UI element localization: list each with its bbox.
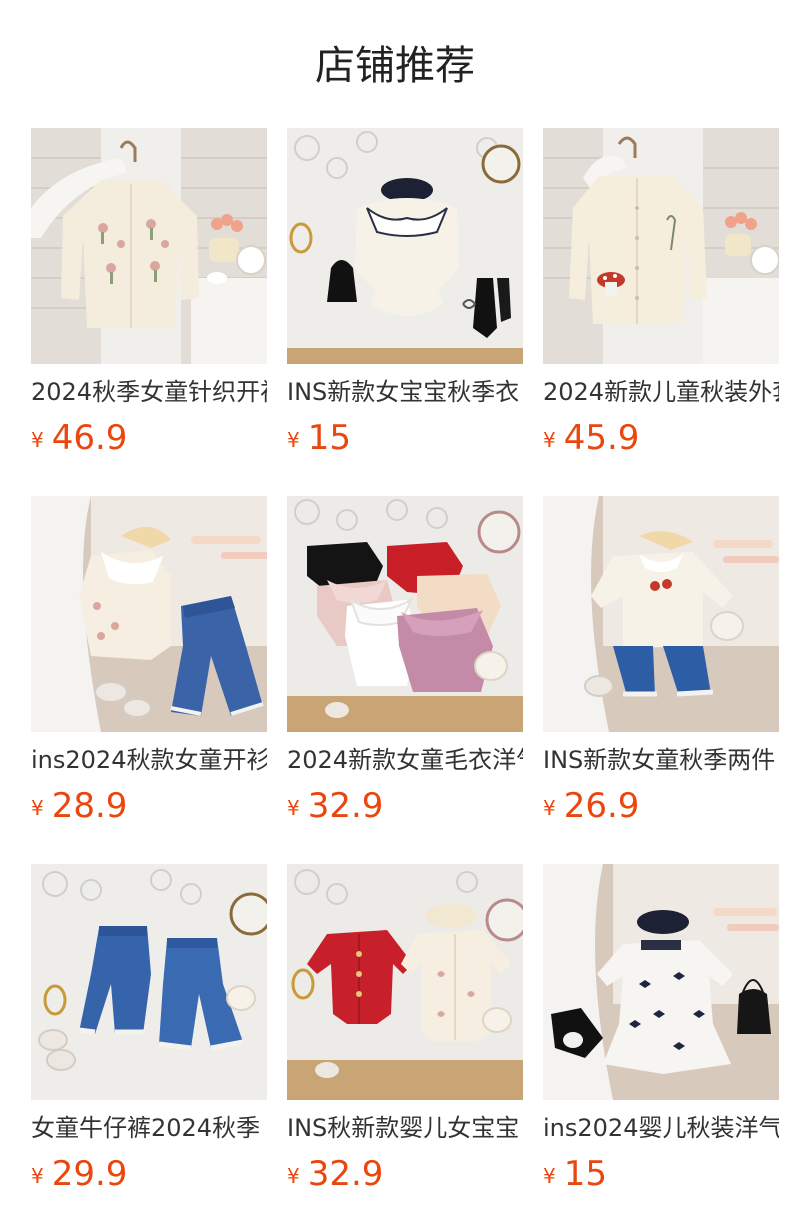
- currency-symbol: ¥: [287, 1164, 300, 1188]
- product-name[interactable]: INS秋新款婴儿女宝宝: [287, 1112, 523, 1144]
- product-price: ¥32.9: [287, 786, 383, 832]
- price-amount: 29.9: [51, 1154, 128, 1194]
- product-image[interactable]: [543, 864, 779, 1100]
- product-name[interactable]: ins2024秋款女童开衫: [31, 744, 267, 776]
- price-amount: 32.9: [307, 1154, 384, 1194]
- product-name[interactable]: 2024新款女童毛衣洋气: [287, 744, 523, 776]
- product-price: ¥45.9: [543, 418, 639, 464]
- price-amount: 46.9: [51, 418, 128, 458]
- product-price: ¥29.9: [31, 1154, 127, 1200]
- product-card[interactable]: INS新款女童秋季两件 ¥26.9: [543, 496, 779, 864]
- price-amount: 32.9: [307, 786, 384, 826]
- product-price: ¥32.9: [287, 1154, 383, 1200]
- price-amount: 15: [307, 418, 351, 458]
- price-amount: 26.9: [563, 786, 640, 826]
- currency-symbol: ¥: [543, 428, 556, 452]
- product-card[interactable]: 女童牛仔裤2024秋季 ¥29.9: [31, 864, 267, 1232]
- product-card[interactable]: 2024新款儿童秋装外套 ¥45.9: [543, 128, 779, 496]
- product-grid: 2024秋季女童针织开衫 ¥46.9 INS新款女宝宝秋季衣 ¥ 15 2024…: [31, 128, 790, 1232]
- product-card[interactable]: 2024新款女童毛衣洋气 ¥32.9: [287, 496, 523, 864]
- currency-symbol: ¥: [31, 428, 44, 452]
- product-card[interactable]: INS秋新款婴儿女宝宝 ¥32.9: [287, 864, 523, 1232]
- product-price: ¥15: [287, 418, 351, 464]
- product-image[interactable]: [287, 128, 523, 364]
- product-card[interactable]: 2024秋季女童针织开衫 ¥46.9: [31, 128, 267, 496]
- product-card[interactable]: ins2024婴儿秋装洋气 ¥15: [543, 864, 779, 1232]
- section-title: 店铺推荐: [315, 43, 475, 89]
- product-image[interactable]: [543, 496, 779, 732]
- product-image[interactable]: [287, 496, 523, 732]
- product-price: ¥26.9: [543, 786, 639, 832]
- product-image[interactable]: [31, 496, 267, 732]
- product-name[interactable]: ins2024婴儿秋装洋气: [543, 1112, 779, 1144]
- product-image[interactable]: [31, 128, 267, 364]
- currency-symbol: ¥: [543, 1164, 556, 1188]
- product-price: ¥28.9: [31, 786, 127, 832]
- currency-symbol: ¥: [31, 796, 44, 820]
- product-name[interactable]: 2024秋季女童针织开衫: [31, 376, 267, 408]
- product-card[interactable]: ins2024秋款女童开衫 ¥28.9: [31, 496, 267, 864]
- product-price: ¥46.9: [31, 418, 127, 464]
- product-name[interactable]: INS新款女童秋季两件: [543, 744, 779, 776]
- price-amount: 45.9: [563, 418, 640, 458]
- store-recommendations-page: 店铺推荐 2024秋季女童针织开衫 ¥ 46.9 INS新款女宝宝秋季衣 ¥ 1…: [0, 0, 790, 1232]
- product-image[interactable]: [31, 864, 267, 1100]
- currency-symbol: ¥: [287, 428, 300, 452]
- currency-symbol: ¥: [31, 1164, 44, 1188]
- product-image[interactable]: [543, 128, 779, 364]
- product-card[interactable]: INS新款女宝宝秋季衣 ¥15: [287, 128, 523, 496]
- product-name[interactable]: 女童牛仔裤2024秋季: [31, 1112, 267, 1144]
- product-price: ¥15: [543, 1154, 607, 1200]
- product-name[interactable]: INS新款女宝宝秋季衣: [287, 376, 523, 408]
- currency-symbol: ¥: [287, 796, 300, 820]
- product-name[interactable]: 2024新款儿童秋装外套: [543, 376, 779, 408]
- price-amount: 15: [563, 1154, 607, 1194]
- currency-symbol: ¥: [543, 796, 556, 820]
- price-amount: 28.9: [51, 786, 128, 826]
- product-image[interactable]: [287, 864, 523, 1100]
